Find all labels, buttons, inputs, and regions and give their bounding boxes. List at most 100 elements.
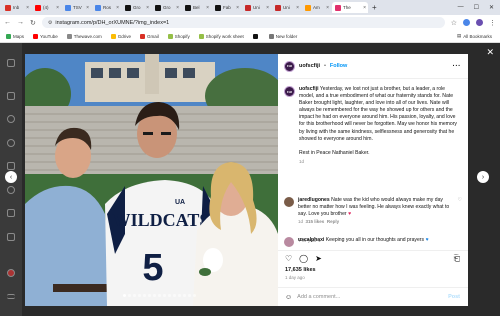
browser-tab[interactable]: Inb × [2, 2, 31, 13]
add-comment-input[interactable]: Add a comment... [297, 294, 340, 300]
browser-tab[interactable]: TSV × [62, 2, 91, 13]
comment-avatar[interactable] [284, 197, 294, 207]
browser-tab[interactable]: Gro × [122, 2, 151, 13]
messages-icon[interactable] [7, 186, 15, 194]
bookmark-item[interactable]: Gdrive [110, 33, 131, 39]
carousel-dot[interactable] [153, 294, 156, 297]
forward-icon[interactable]: → [17, 19, 24, 26]
author-avatar[interactable]: FIJI [284, 60, 295, 72]
browser-tab[interactable]: Ros × [92, 2, 121, 13]
star-icon[interactable]: ☆ [451, 19, 457, 27]
new-tab-icon[interactable]: + [372, 3, 377, 12]
close-icon[interactable]: ✕ [486, 47, 494, 58]
carousel-dot[interactable] [193, 294, 196, 297]
carousel-dot[interactable] [173, 294, 176, 297]
browser-tab[interactable]: Uni × [242, 2, 271, 13]
more-options-icon[interactable]: ··· [453, 63, 462, 70]
bookmark-item[interactable]: Thewave.com [66, 33, 102, 39]
carousel-dot[interactable] [178, 294, 181, 297]
tab-close-icon[interactable]: × [266, 5, 269, 11]
profile-avatar[interactable] [476, 19, 483, 26]
comment-likes[interactable]: 315 likes [306, 219, 325, 224]
menu-icon[interactable]: ⋮ [489, 19, 496, 27]
reply-button[interactable]: Reply [327, 219, 339, 224]
author-username[interactable]: uofscfiji [299, 63, 320, 69]
carousel-dot[interactable] [123, 294, 126, 297]
bookmark-item[interactable]: Shopify [167, 33, 190, 39]
carousel-dot[interactable] [163, 294, 166, 297]
comment-username[interactable]: uscalphaxi [298, 237, 324, 243]
browser-tab[interactable]: Am × [302, 2, 331, 13]
browser-tab[interactable]: Gro × [152, 2, 181, 13]
comment-icon[interactable]: ◯ [299, 254, 308, 263]
like-count[interactable]: 17,635 likes [285, 267, 316, 273]
caption-avatar[interactable]: FIJI [284, 86, 295, 97]
browser-tab[interactable]: Fab × [212, 2, 241, 13]
site-info-icon[interactable]: ⚙ [48, 20, 52, 26]
reels-icon[interactable] [7, 162, 15, 170]
back-icon[interactable]: ← [4, 19, 11, 26]
tab-close-icon[interactable]: × [86, 5, 89, 11]
address-bar[interactable]: ⚙ instagram.com/p/DH_orXUMNE/?img_index=… [41, 17, 445, 28]
browser-tab[interactable]: Bel × [182, 2, 211, 13]
post-comment-button[interactable]: Post [448, 294, 460, 300]
minimize-icon[interactable]: — [458, 4, 464, 11]
save-icon[interactable]: ⎗ [454, 254, 460, 264]
bookmark-item[interactable] [252, 33, 260, 39]
more-menu-icon[interactable] [7, 294, 15, 299]
home-icon[interactable] [7, 92, 15, 100]
bookmark-item[interactable]: New folder [268, 33, 297, 39]
carousel-dot[interactable] [133, 294, 136, 297]
carousel-dot[interactable] [148, 294, 151, 297]
emoji-icon[interactable]: ☺ [285, 294, 292, 301]
bookmark-item[interactable]: Maps [6, 33, 24, 39]
window-close-icon[interactable]: ✕ [489, 4, 494, 11]
carousel-dot[interactable] [138, 294, 141, 297]
next-post-arrow-icon[interactable]: › [477, 171, 489, 183]
tab-close-icon[interactable]: × [116, 5, 119, 11]
bookmark-item[interactable]: Gmail [139, 33, 159, 39]
notifications-icon[interactable] [7, 209, 15, 217]
carousel-dot[interactable] [158, 294, 161, 297]
carousel-dot[interactable] [188, 294, 191, 297]
browser-tab[interactable]: Uni × [272, 2, 301, 13]
extension-icon[interactable] [463, 19, 470, 26]
create-icon[interactable] [7, 233, 15, 241]
tab-close-icon[interactable]: × [363, 5, 366, 11]
maximize-icon[interactable]: ☐ [474, 4, 479, 11]
tab-close-icon[interactable]: × [206, 5, 209, 11]
tab-close-icon[interactable]: × [296, 5, 299, 11]
photo-illustration: WILDCATS 5 UA [25, 54, 278, 306]
like-comment-icon[interactable]: ♡ [458, 197, 462, 224]
bookmark-item[interactable]: YouTube [33, 33, 58, 39]
tab-close-icon[interactable]: × [26, 5, 29, 11]
previous-post-arrow-icon[interactable]: ‹ [5, 171, 17, 183]
tab-close-icon[interactable]: × [236, 5, 239, 11]
browser-tab[interactable]: The × [332, 2, 368, 13]
explore-icon[interactable] [7, 139, 15, 147]
share-icon[interactable]: ➤ [315, 254, 322, 263]
tab-close-icon[interactable]: × [326, 5, 329, 11]
follow-button[interactable]: Follow [330, 63, 347, 69]
carousel-dot[interactable] [128, 294, 131, 297]
tab-close-icon[interactable]: × [56, 5, 59, 11]
tab-close-icon[interactable]: × [146, 5, 149, 11]
profile-icon[interactable] [7, 269, 15, 277]
bookmark-item[interactable]: Shopify work sheet [198, 33, 244, 39]
all-bookmarks-button[interactable]: ▤ All Bookmarks [457, 33, 492, 39]
comment-username[interactable]: jaredlugones [298, 197, 330, 203]
carousel-dot[interactable] [143, 294, 146, 297]
post-photo[interactable]: WILDCATS 5 UA [25, 54, 278, 306]
search-icon[interactable] [7, 115, 15, 123]
reload-icon[interactable]: ↻ [30, 19, 36, 27]
url-text[interactable]: instagram.com/p/DH_orXUMNE/?img_index=1 [55, 20, 169, 26]
tab-favicon-icon [275, 4, 281, 11]
caption-username[interactable]: uofscfiji [299, 86, 319, 92]
carousel-dot[interactable] [168, 294, 171, 297]
browser-tab[interactable]: (4) × [32, 2, 61, 13]
tab-close-icon[interactable]: × [176, 5, 179, 11]
instagram-logo-icon[interactable] [7, 59, 15, 67]
carousel-dot[interactable] [183, 294, 186, 297]
comment-avatar[interactable] [284, 237, 294, 247]
like-icon[interactable]: ♡ [285, 254, 292, 263]
